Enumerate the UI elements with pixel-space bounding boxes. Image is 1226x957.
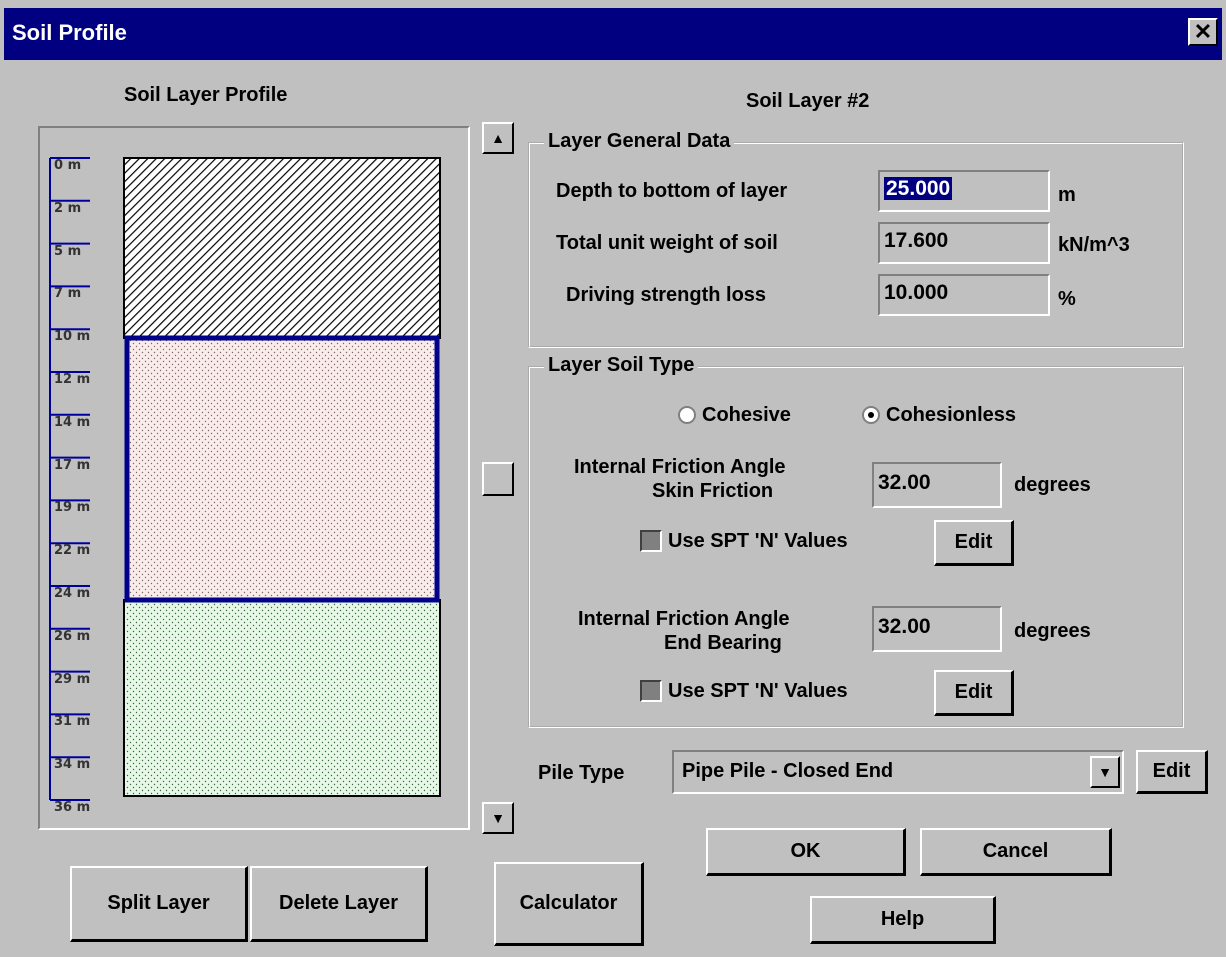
skin-friction-unit: degrees xyxy=(1014,474,1091,496)
pile-type-label: Pile Type xyxy=(538,762,625,784)
depth-unit: m xyxy=(1058,184,1076,206)
layer-soil-type-group: Layer Soil Type xyxy=(528,354,1184,728)
depth-label: Depth to bottom of layer xyxy=(556,180,788,202)
cohesive-radio[interactable] xyxy=(678,406,696,424)
spt-checkbox-2[interactable] xyxy=(640,680,662,702)
close-icon[interactable]: ✕ xyxy=(1188,18,1218,46)
edit-spt-button-2[interactable]: Edit xyxy=(934,670,1014,716)
ok-button[interactable]: OK xyxy=(706,828,906,876)
cohesive-label: Cohesive xyxy=(702,404,791,426)
edit-spt-button-1[interactable]: Edit xyxy=(934,520,1014,566)
end-bearing-label-line2: End Bearing xyxy=(664,632,782,654)
skin-friction-label-line2: Skin Friction xyxy=(652,480,774,502)
end-bearing-field[interactable]: 32.00 xyxy=(872,606,1002,652)
pile-type-value: Pipe Pile - Closed End xyxy=(682,760,894,782)
pile-type-select[interactable]: Pipe Pile - Closed End ▼ xyxy=(672,750,1124,794)
calculator-button[interactable]: Calculator xyxy=(494,862,644,946)
soil-type-legend: Layer Soil Type xyxy=(544,354,699,377)
spt-label-2: Use SPT 'N' Values xyxy=(668,680,848,702)
scroll-thumb[interactable] xyxy=(482,462,514,496)
soil-layer-1[interactable] xyxy=(123,157,441,339)
scroll-down-icon[interactable]: ▼ xyxy=(482,802,514,834)
spt-label-1: Use SPT 'N' Values xyxy=(668,530,848,552)
spt-checkbox-1[interactable] xyxy=(640,530,662,552)
cancel-button[interactable]: Cancel xyxy=(920,828,1112,876)
weight-unit: kN/m^3 xyxy=(1058,234,1130,256)
layer-heading: Soil Layer #2 xyxy=(746,90,870,112)
loss-unit: % xyxy=(1058,288,1076,310)
loss-label: Driving strength loss xyxy=(566,284,767,306)
soil-layer-2-selected[interactable] xyxy=(124,335,440,603)
depth-value: 25.000 xyxy=(884,177,953,200)
end-bearing-unit: degrees xyxy=(1014,620,1091,642)
edit-pile-button[interactable]: Edit xyxy=(1136,750,1208,794)
weight-field[interactable]: 17.600 xyxy=(878,222,1050,264)
help-button[interactable]: Help xyxy=(810,896,996,944)
cohesionless-label: Cohesionless xyxy=(886,404,1017,426)
end-bearing-label-line1: Internal Friction Angle xyxy=(578,608,790,630)
chevron-down-icon[interactable]: ▼ xyxy=(1090,756,1120,788)
skin-friction-label-line1: Internal Friction Angle xyxy=(574,456,786,478)
depth-field[interactable]: 25.000 xyxy=(878,170,1050,212)
loss-field[interactable]: 10.000 xyxy=(878,274,1050,316)
split-layer-button[interactable]: Split Layer xyxy=(70,866,248,942)
soil-profile-dialog: Soil Profile ✕ Soil Layer Profile 0 m2 m… xyxy=(0,0,1226,957)
soil-layer-3[interactable] xyxy=(123,599,441,797)
cohesionless-radio[interactable] xyxy=(862,406,880,424)
layer-graphics xyxy=(123,157,441,797)
scroll-up-icon[interactable]: ▲ xyxy=(482,122,514,154)
general-legend: Layer General Data xyxy=(544,130,735,153)
profile-scrollbar[interactable]: ▲ ▼ xyxy=(482,122,516,834)
weight-label: Total unit weight of soil xyxy=(556,232,778,254)
skin-friction-field[interactable]: 32.00 xyxy=(872,462,1002,508)
delete-layer-button[interactable]: Delete Layer xyxy=(250,866,428,942)
